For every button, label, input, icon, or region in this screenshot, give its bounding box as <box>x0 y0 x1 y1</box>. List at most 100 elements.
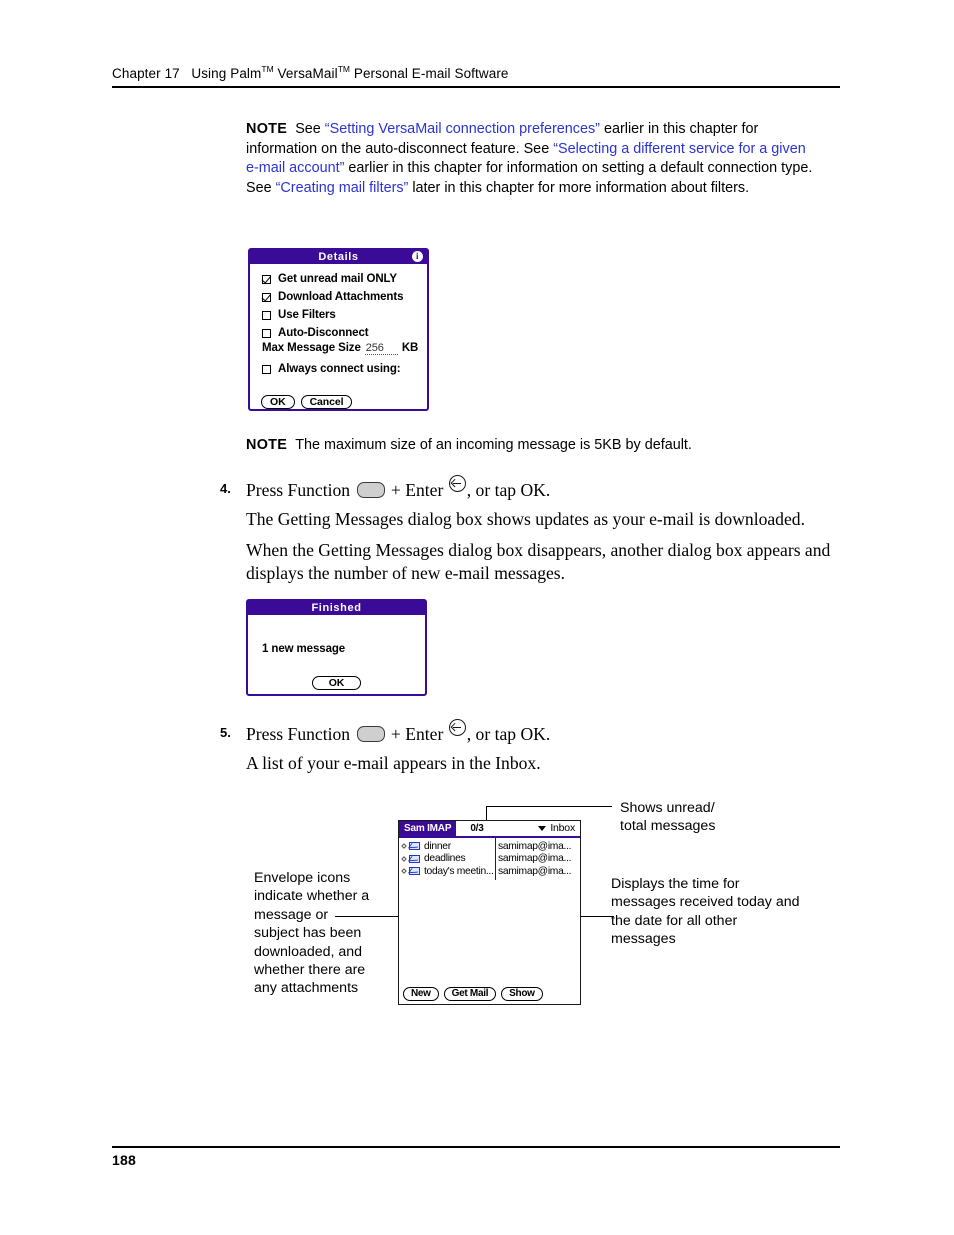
option-label: Always connect using: <box>278 363 401 375</box>
trademark-symbol-2: TM <box>337 64 350 74</box>
option-label: Use Filters <box>278 309 336 321</box>
max-message-size-unit: KB <box>401 342 419 354</box>
step-4-paragraph-1: The Getting Messages dialog box shows up… <box>246 509 805 529</box>
note-text-4: later in this chapter for more informati… <box>408 179 750 196</box>
enter-key-icon <box>448 719 466 736</box>
note-text: The maximum size of an incoming message … <box>295 437 692 453</box>
step-4-text-c: , or tap OK. <box>466 480 551 500</box>
running-head-title-b: VersaMail <box>273 66 338 81</box>
callout-leader-unread-horizontal <box>486 806 612 808</box>
finished-ok-button[interactable]: OK <box>311 676 362 690</box>
link-setting-versamail-connection-preferences[interactable]: “Setting VersaMail connection preference… <box>325 121 600 137</box>
checkbox-get-unread-mail-only[interactable] <box>262 274 271 284</box>
option-download-attachments[interactable]: Download Attachments <box>250 288 427 306</box>
envelope-icon <box>409 867 420 876</box>
info-icon[interactable]: i <box>412 251 423 262</box>
step-4-number: 4. <box>220 481 231 496</box>
function-key-icon <box>356 482 385 498</box>
running-head-title-c: Personal E-mail Software <box>349 66 509 81</box>
show-button[interactable]: Show <box>501 987 543 1001</box>
details-dialog-title: Details <box>318 251 359 263</box>
running-head: Chapter 17 Using PalmTM VersaMailTM Pers… <box>112 64 840 81</box>
option-auto-disconnect[interactable]: Auto-Disconnect <box>250 324 427 342</box>
callout-time-date: Displays the time for messages received … <box>611 876 800 948</box>
finished-dialog-body: 1 new message OK <box>248 615 425 690</box>
option-label: Download Attachments <box>278 291 404 303</box>
document-page: Chapter 17 Using PalmTM VersaMailTM Pers… <box>0 0 954 1235</box>
enter-key-icon <box>448 475 466 492</box>
note-text-1: See <box>295 121 325 137</box>
step-4-text-b: + Enter <box>386 480 448 500</box>
link-creating-mail-filters[interactable]: “Creating mail filters” <box>276 180 409 196</box>
table-row[interactable]: deadlines samimap@ima... <box>399 853 580 866</box>
folder-name: Inbox <box>550 822 575 834</box>
note-label: NOTE <box>246 437 288 453</box>
step-4-text-a: Press Function <box>246 480 355 500</box>
running-head-chapter: Chapter 17 <box>112 66 180 81</box>
finished-dialog-title: Finished <box>311 602 362 614</box>
callout-envelope-icons: Envelope icons indicate whether a messag… <box>254 870 370 997</box>
inbox-button-bar: New Get Mail Show <box>403 987 543 1001</box>
callout-unread-line1: Shows unread/ <box>620 800 715 816</box>
details-dialog-titlebar: Details i <box>250 250 427 264</box>
message-list: dinner samimap@ima... deadlines samimap@… <box>399 838 580 878</box>
checkbox-download-attachments[interactable] <box>262 292 271 302</box>
details-dialog-buttons: OK Cancel <box>250 395 427 409</box>
account-tab[interactable]: Sam IMAP <box>399 821 457 836</box>
attachment-marker-icon <box>401 855 407 862</box>
table-row[interactable]: today's meetin... samimap@ima... <box>399 865 580 878</box>
checkbox-always-connect-using[interactable] <box>262 364 271 374</box>
header-divider <box>112 86 840 88</box>
message-sender: samimap@ima... <box>498 853 572 865</box>
sender-column-divider <box>495 838 496 880</box>
message-subject: deadlines <box>424 853 466 865</box>
option-label: Get unread mail ONLY <box>278 273 397 285</box>
option-use-filters[interactable]: Use Filters <box>250 306 427 324</box>
step-4-text: Press Function + Enter , or tap OK. <box>246 475 846 502</box>
details-ok-button[interactable]: OK <box>261 395 295 409</box>
callout-unread-line2: total messages <box>620 818 716 835</box>
step-5-text-c: , or tap OK. <box>466 724 551 744</box>
new-button[interactable]: New <box>403 987 439 1001</box>
message-sender: samimap@ima... <box>498 865 572 877</box>
step-5-text-b: + Enter <box>386 724 448 744</box>
details-cancel-button[interactable]: Cancel <box>300 395 353 409</box>
envelope-icon <box>409 842 420 851</box>
step-5-text-a: Press Function <box>246 724 355 744</box>
step-5-text: Press Function + Enter , or tap OK. <box>246 719 846 746</box>
step-5-paragraph-1: A list of your e-mail appears in the Inb… <box>246 753 541 773</box>
trademark-symbol-1: TM <box>261 64 274 74</box>
note-label: NOTE <box>246 121 288 137</box>
message-sender: samimap@ima... <box>498 840 572 852</box>
chevron-down-icon <box>538 826 547 831</box>
option-always-connect-using[interactable]: Always connect using: <box>250 360 427 378</box>
finished-dialog-buttons: OK <box>248 676 425 690</box>
note-maximum-size: NOTE The maximum size of an incoming mes… <box>246 436 818 456</box>
table-row[interactable]: dinner samimap@ima... <box>399 840 580 853</box>
checkbox-auto-disconnect[interactable] <box>262 328 271 338</box>
message-subject: dinner <box>424 840 451 852</box>
option-get-unread-mail-only[interactable]: Get unread mail ONLY <box>250 270 427 288</box>
unread-total-count: 0/3 <box>470 823 484 834</box>
finished-dialog[interactable]: Finished 1 new message OK <box>246 599 427 696</box>
folder-selector[interactable]: Inbox <box>538 821 580 836</box>
envelope-icon <box>409 854 420 863</box>
attachment-marker-icon <box>401 843 407 850</box>
checkbox-use-filters[interactable] <box>262 310 271 320</box>
option-label: Auto-Disconnect <box>278 327 369 339</box>
attachment-marker-icon <box>401 868 407 875</box>
callout-unread-total: Shows unread/ total messages <box>620 799 800 836</box>
max-message-size-label: Max Message Size <box>262 342 361 354</box>
message-subject: today's meetin... <box>424 865 494 877</box>
step-5-number: 5. <box>220 725 231 740</box>
finished-dialog-message: 1 new message <box>262 643 346 655</box>
inbox-screen[interactable]: Sam IMAP 0/3 Inbox dinner samimap@ima...… <box>398 820 581 1005</box>
max-message-size-input[interactable]: 256 <box>364 342 398 355</box>
running-head-title-a: Using Palm <box>191 66 262 81</box>
get-mail-button[interactable]: Get Mail <box>443 987 497 1001</box>
details-dialog[interactable]: Details i Get unread mail ONLY Download … <box>248 248 429 411</box>
inbox-titlebar: Sam IMAP 0/3 Inbox <box>399 821 580 838</box>
footer-divider <box>112 1146 840 1148</box>
step-4-paragraph-2: When the Getting Messages dialog box dis… <box>246 540 831 583</box>
max-message-size-row: Max Message Size 256 KB <box>250 342 427 360</box>
